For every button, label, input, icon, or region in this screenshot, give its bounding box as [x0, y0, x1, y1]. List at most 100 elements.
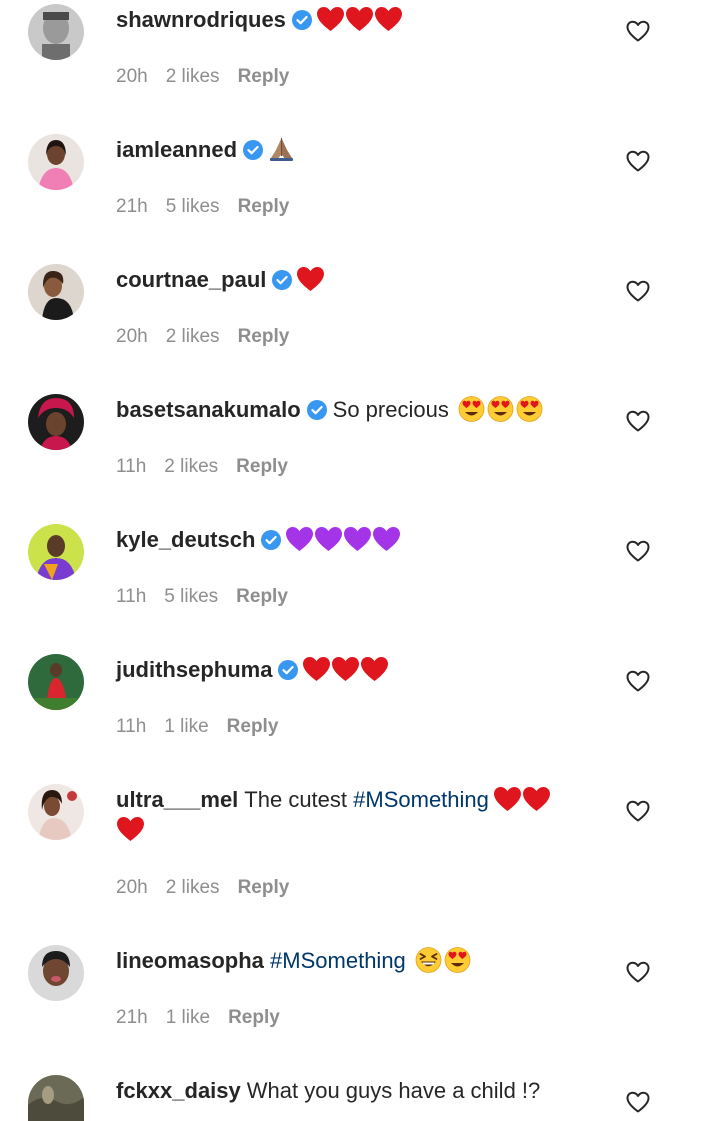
comment-line: shawnrodriques	[116, 5, 596, 35]
verified-badge-icon	[278, 658, 299, 680]
verified-badge-icon	[272, 268, 293, 290]
like-count[interactable]: 1 like	[166, 1007, 210, 1028]
comment-emojis	[296, 267, 325, 292]
username[interactable]: judithsephuma	[116, 657, 272, 682]
red-heart-emoji	[374, 7, 402, 31]
like-count[interactable]: 2 likes	[164, 456, 218, 477]
avatar[interactable]	[28, 134, 84, 190]
timestamp: 11h	[116, 456, 147, 477]
red-heart-emoji	[332, 657, 360, 681]
like-count[interactable]: 1 like	[164, 716, 208, 737]
timestamp: 20h	[116, 877, 148, 898]
purple-heart-emoji	[344, 527, 372, 551]
comment-emojis	[285, 527, 401, 552]
comment-line: courtnae_paul	[116, 265, 596, 295]
username[interactable]: ultra___mel	[116, 787, 238, 812]
red-heart-emoji	[361, 657, 389, 681]
comment-meta: 20h 2 likes Reply	[116, 876, 307, 900]
heart-eyes-emoji	[458, 396, 485, 422]
comment-line: basetsanakumalo So precious	[116, 395, 596, 425]
heart-outline-icon[interactable]	[626, 280, 650, 302]
comment-meta: 21h 5 likes Reply	[116, 195, 307, 219]
verified-badge-icon	[261, 528, 282, 550]
heart-outline-icon[interactable]	[626, 540, 650, 562]
timestamp: 21h	[116, 196, 148, 217]
like-count[interactable]: 5 likes	[166, 196, 220, 217]
verified-badge-icon	[291, 8, 312, 30]
reply-button[interactable]: Reply	[238, 326, 290, 347]
red-heart-emoji	[117, 817, 144, 841]
comment-text: So precious	[332, 397, 449, 422]
avatar[interactable]	[28, 4, 84, 60]
purple-heart-emoji	[373, 527, 401, 551]
reply-button[interactable]: Reply	[238, 66, 290, 87]
timestamp: 20h	[116, 66, 148, 87]
like-count[interactable]: 2 likes	[166, 326, 220, 347]
heart-eyes-emoji	[516, 396, 543, 422]
username[interactable]: basetsanakumalo	[116, 397, 301, 422]
username[interactable]: lineomasopha	[116, 948, 264, 973]
red-heart-emoji	[493, 787, 521, 811]
red-heart-emoji	[297, 267, 325, 291]
grinning-squint-emoji	[415, 947, 442, 973]
reply-button[interactable]: Reply	[228, 1007, 280, 1028]
comment-line: kyle_deutsch	[116, 525, 596, 555]
heart-eyes-emoji	[444, 947, 471, 973]
timestamp: 21h	[116, 1007, 148, 1028]
comment-emojis	[316, 7, 403, 32]
folded-hands-emoji	[270, 138, 294, 161]
comment-line: iamleanned	[116, 135, 596, 165]
comment-meta: 11h 2 likes Reply	[116, 455, 306, 479]
red-heart-emoji	[303, 657, 331, 681]
like-count[interactable]: 2 likes	[166, 66, 220, 87]
comment-meta: 11h 1 like Reply	[116, 715, 296, 739]
reply-button[interactable]: Reply	[236, 456, 288, 477]
like-count[interactable]: 2 likes	[166, 877, 220, 898]
avatar[interactable]	[28, 784, 84, 840]
purple-heart-emoji	[286, 527, 314, 551]
like-count[interactable]: 5 likes	[164, 586, 218, 607]
heart-outline-icon[interactable]	[626, 1091, 650, 1113]
username[interactable]: iamleanned	[116, 137, 237, 162]
purple-heart-emoji	[315, 527, 343, 551]
hashtag-link[interactable]: #MSomething	[353, 787, 489, 812]
username[interactable]: kyle_deutsch	[116, 527, 255, 552]
comment-meta: 20h 2 likes Reply	[116, 325, 307, 349]
hashtag-link[interactable]: #MSomething	[270, 948, 406, 973]
comment-meta: 11h 5 likes Reply	[116, 585, 306, 609]
verified-badge-icon	[243, 138, 264, 160]
heart-eyes-emoji	[487, 396, 514, 422]
comment-emojis	[267, 137, 296, 162]
comment-line: lineomasopha #MSomething	[116, 946, 596, 976]
heart-outline-icon[interactable]	[626, 410, 650, 432]
avatar[interactable]	[28, 524, 84, 580]
heart-outline-icon[interactable]	[626, 150, 650, 172]
username[interactable]: shawnrodriques	[116, 7, 286, 32]
comment-text: The cutest	[244, 787, 348, 812]
reply-button[interactable]: Reply	[238, 196, 290, 217]
avatar[interactable]	[28, 1075, 84, 1121]
comment-text: What you guys have a child !?	[246, 1078, 541, 1103]
reply-button[interactable]: Reply	[227, 716, 279, 737]
comment-meta: 20h 2 likes Reply	[116, 65, 307, 89]
comment-emojis	[457, 396, 544, 422]
avatar[interactable]	[28, 264, 84, 320]
reply-button[interactable]: Reply	[238, 877, 290, 898]
avatar[interactable]	[28, 945, 84, 1001]
comment-meta: 21h 1 like Reply	[116, 1006, 298, 1030]
heart-outline-icon[interactable]	[626, 800, 650, 822]
heart-outline-icon[interactable]	[626, 20, 650, 42]
timestamp: 20h	[116, 326, 148, 347]
avatar[interactable]	[28, 654, 84, 710]
heart-outline-icon[interactable]	[626, 961, 650, 983]
red-heart-emoji	[345, 7, 373, 31]
comment-line: fckxx_daisy What you guys have a child !?	[116, 1076, 596, 1106]
username[interactable]: fckxx_daisy	[116, 1078, 241, 1103]
timestamp: 11h	[116, 586, 147, 607]
timestamp: 11h	[116, 716, 147, 737]
reply-button[interactable]: Reply	[236, 586, 288, 607]
heart-outline-icon[interactable]	[626, 670, 650, 692]
avatar[interactable]	[28, 394, 84, 450]
username[interactable]: courtnae_paul	[116, 267, 266, 292]
comment-emojis	[302, 657, 389, 682]
